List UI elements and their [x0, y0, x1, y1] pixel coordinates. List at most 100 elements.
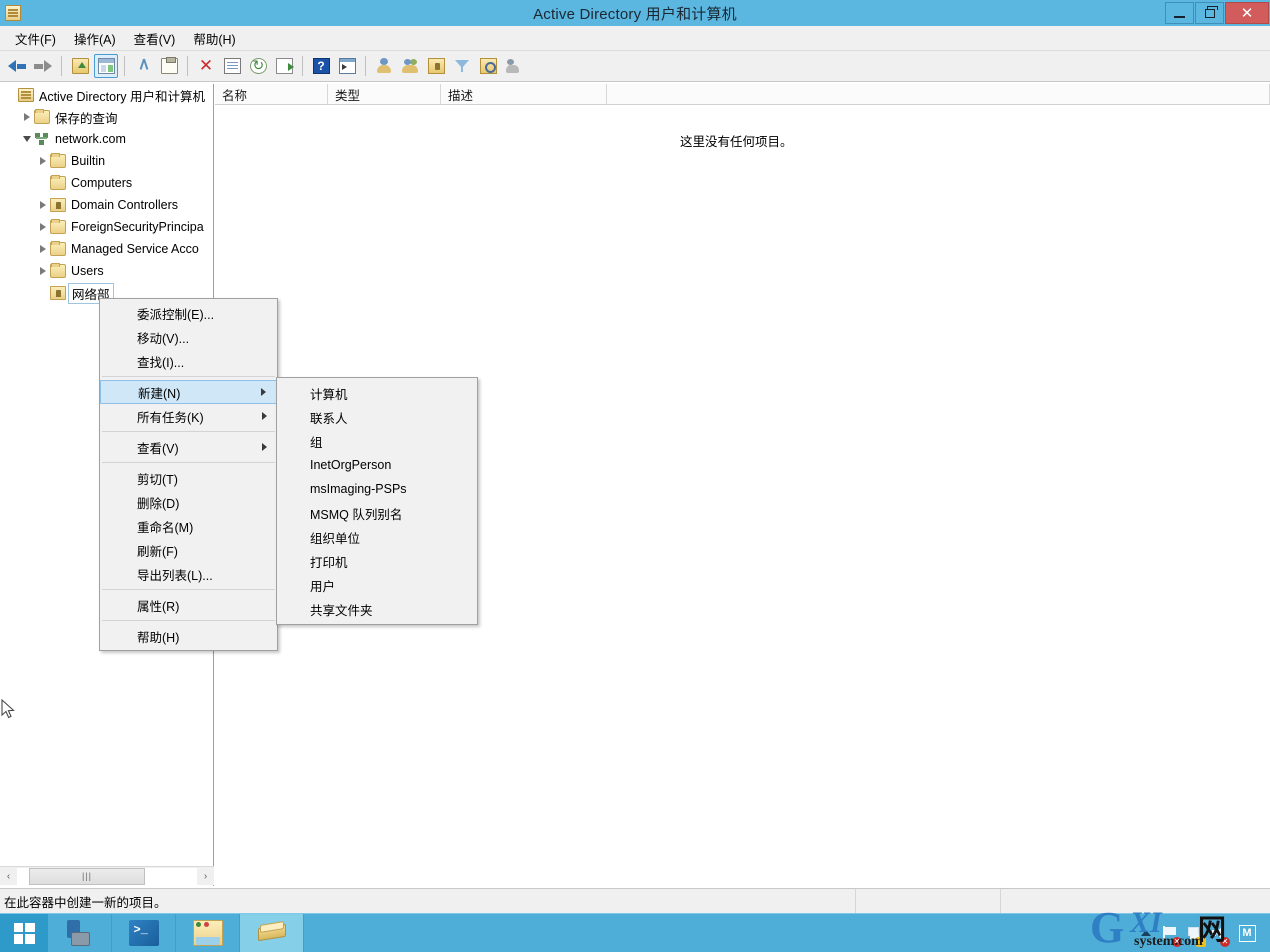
scroll-right-button[interactable]: ›	[197, 867, 214, 885]
taskbar-server-manager[interactable]	[48, 913, 112, 952]
minimize-button[interactable]	[1165, 2, 1194, 24]
window-controls: ✕	[1165, 2, 1270, 24]
new-user[interactable]: 用户	[277, 573, 477, 597]
tray-volume[interactable]: ✕	[1206, 914, 1230, 952]
cut-icon[interactable]	[131, 54, 155, 78]
column-header-0[interactable]: 名称	[215, 84, 328, 104]
scroll-track[interactable]: |||	[17, 867, 197, 885]
close-button[interactable]: ✕	[1225, 2, 1269, 24]
delegate-icon[interactable]	[502, 54, 526, 78]
delete-icon[interactable]: ✕	[194, 54, 218, 78]
tree-horizontal-scrollbar[interactable]: ‹ ||| ›	[0, 866, 214, 885]
ctx-export-list[interactable]: 导出列表(L)...	[100, 562, 277, 586]
console-root-icon	[18, 88, 34, 102]
ctx-delete[interactable]: 删除(D)	[100, 490, 277, 514]
context-menu-separator	[102, 462, 275, 463]
column-header-2[interactable]: 描述	[441, 84, 607, 104]
new-organizational-unit[interactable]: 组织单位	[277, 525, 477, 549]
paste-icon[interactable]	[157, 54, 181, 78]
expand-icon[interactable]	[36, 154, 50, 168]
ctx-view[interactable]: 查看(V)	[100, 435, 277, 459]
tree-item-label: network.com	[55, 132, 126, 146]
context-menu-item-label: 帮助(H)	[137, 630, 180, 645]
submenu-arrow-icon	[262, 443, 267, 451]
new-printer[interactable]: 打印机	[277, 549, 477, 573]
new-computer[interactable]: 计算机	[277, 381, 477, 405]
forward-icon[interactable]	[31, 54, 55, 78]
new-shared-folder[interactable]: 共享文件夹	[277, 597, 477, 621]
ctx-properties[interactable]: 属性(R)	[100, 593, 277, 617]
taskbar-powershell[interactable]	[112, 913, 176, 952]
tray-network[interactable]: !	[1182, 914, 1206, 952]
column-header-1[interactable]: 类型	[328, 84, 441, 104]
new-ou-icon[interactable]	[424, 54, 448, 78]
muted-badge-icon: ✕	[1220, 936, 1230, 947]
expand-icon[interactable]	[20, 110, 34, 124]
new-group[interactable]: 组	[277, 429, 477, 453]
menu-help[interactable]: 帮助(H)	[184, 26, 244, 51]
start-button[interactable]	[0, 913, 48, 952]
ctx-rename[interactable]: 重命名(M)	[100, 514, 277, 538]
expand-icon[interactable]	[36, 220, 50, 234]
tray-action-center[interactable]: ✕	[1158, 914, 1182, 952]
taskbar-ad-users-computers[interactable]	[240, 913, 304, 952]
tray-input-method[interactable]: M	[1230, 914, 1264, 952]
taskbar: ✕ ! ✕ M	[0, 913, 1270, 952]
folder-icon	[50, 175, 66, 190]
up-one-level-icon[interactable]	[68, 54, 92, 78]
tree-item-1[interactable]: 保存的查询	[0, 106, 213, 128]
scroll-thumb[interactable]: |||	[29, 867, 145, 885]
tree-item-0[interactable]: Active Directory 用户和计算机	[0, 84, 213, 106]
tray-show-hidden-icons[interactable]	[1134, 914, 1158, 952]
new-submenu[interactable]: 计算机 联系人组 InetOrgPerson msImaging-PSPs MSMQ 队…	[276, 377, 478, 625]
restore-button[interactable]	[1195, 2, 1224, 24]
back-icon[interactable]	[5, 54, 29, 78]
menu-file[interactable]: 文件(F)	[6, 26, 65, 51]
ctx-new[interactable]: 新建(N)	[100, 380, 277, 404]
tree-item-2[interactable]: network.com	[0, 128, 213, 150]
column-header-3[interactable]	[607, 84, 1270, 104]
menu-action[interactable]: 操作(A)	[65, 26, 125, 51]
new-group-icon[interactable]	[398, 54, 422, 78]
properties-icon[interactable]	[220, 54, 244, 78]
scroll-left-button[interactable]: ‹	[0, 867, 17, 885]
tree-item-4[interactable]: Computers	[0, 172, 213, 194]
ctx-delegate-control[interactable]: 委派控制(E)...	[100, 301, 277, 325]
new-msimaging-psps[interactable]: msImaging-PSPs	[277, 477, 477, 501]
expand-icon[interactable]	[36, 198, 50, 212]
new-user-icon[interactable]	[372, 54, 396, 78]
export-list-icon[interactable]	[272, 54, 296, 78]
menu-view[interactable]: 查看(V)	[125, 26, 185, 51]
ctx-refresh[interactable]: 刷新(F)	[100, 538, 277, 562]
ctx-all-tasks[interactable]: 所有任务(K)	[100, 404, 277, 428]
tree-item-6[interactable]: ForeignSecurityPrincipa	[0, 216, 213, 238]
new-msmq-queue-alias[interactable]: MSMQ 队列别名	[277, 501, 477, 525]
system-tray: ✕ ! ✕ M	[1134, 914, 1270, 952]
help-icon[interactable]: ?	[309, 54, 333, 78]
collapse-icon[interactable]	[20, 132, 34, 146]
show-hide-console-tree-icon[interactable]	[94, 54, 118, 78]
ctx-help[interactable]: 帮助(H)	[100, 624, 277, 648]
refresh-icon[interactable]	[246, 54, 270, 78]
taskbar-file-explorer[interactable]	[176, 913, 240, 952]
expand-icon[interactable]	[36, 264, 50, 278]
find-icon[interactable]	[476, 54, 500, 78]
tree-item-8[interactable]: Users	[0, 260, 213, 282]
minimize-icon	[1174, 15, 1185, 18]
context-menu[interactable]: 委派控制(E)... 移动(V)... 查找(I)... 新建(N) 所有任务(K) 查看…	[99, 298, 278, 651]
ctx-cut[interactable]: 剪切(T)	[100, 466, 277, 490]
expand-icon[interactable]	[36, 242, 50, 256]
context-menu-item-label: 移动(V)...	[137, 331, 190, 346]
filter-icon[interactable]	[450, 54, 474, 78]
context-menu-item-label: 委派控制(E)...	[137, 307, 215, 322]
new-contact[interactable]: 联系人	[277, 405, 477, 429]
context-menu-item-label: 新建(N)	[138, 386, 181, 401]
ctx-find[interactable]: 查找(I)...	[100, 349, 277, 373]
tree-item-7[interactable]: Managed Service Acco	[0, 238, 213, 260]
tree-item-5[interactable]: Domain Controllers	[0, 194, 213, 216]
ctx-move[interactable]: 移动(V)...	[100, 325, 277, 349]
tree-item-3[interactable]: Builtin	[0, 150, 213, 172]
app-window: Active Directory 用户和计算机 ✕ 文件(F) 操作(A) 查看…	[0, 0, 1270, 952]
new-inetorgperson[interactable]: InetOrgPerson	[277, 453, 477, 477]
show-window-list-icon[interactable]	[335, 54, 359, 78]
